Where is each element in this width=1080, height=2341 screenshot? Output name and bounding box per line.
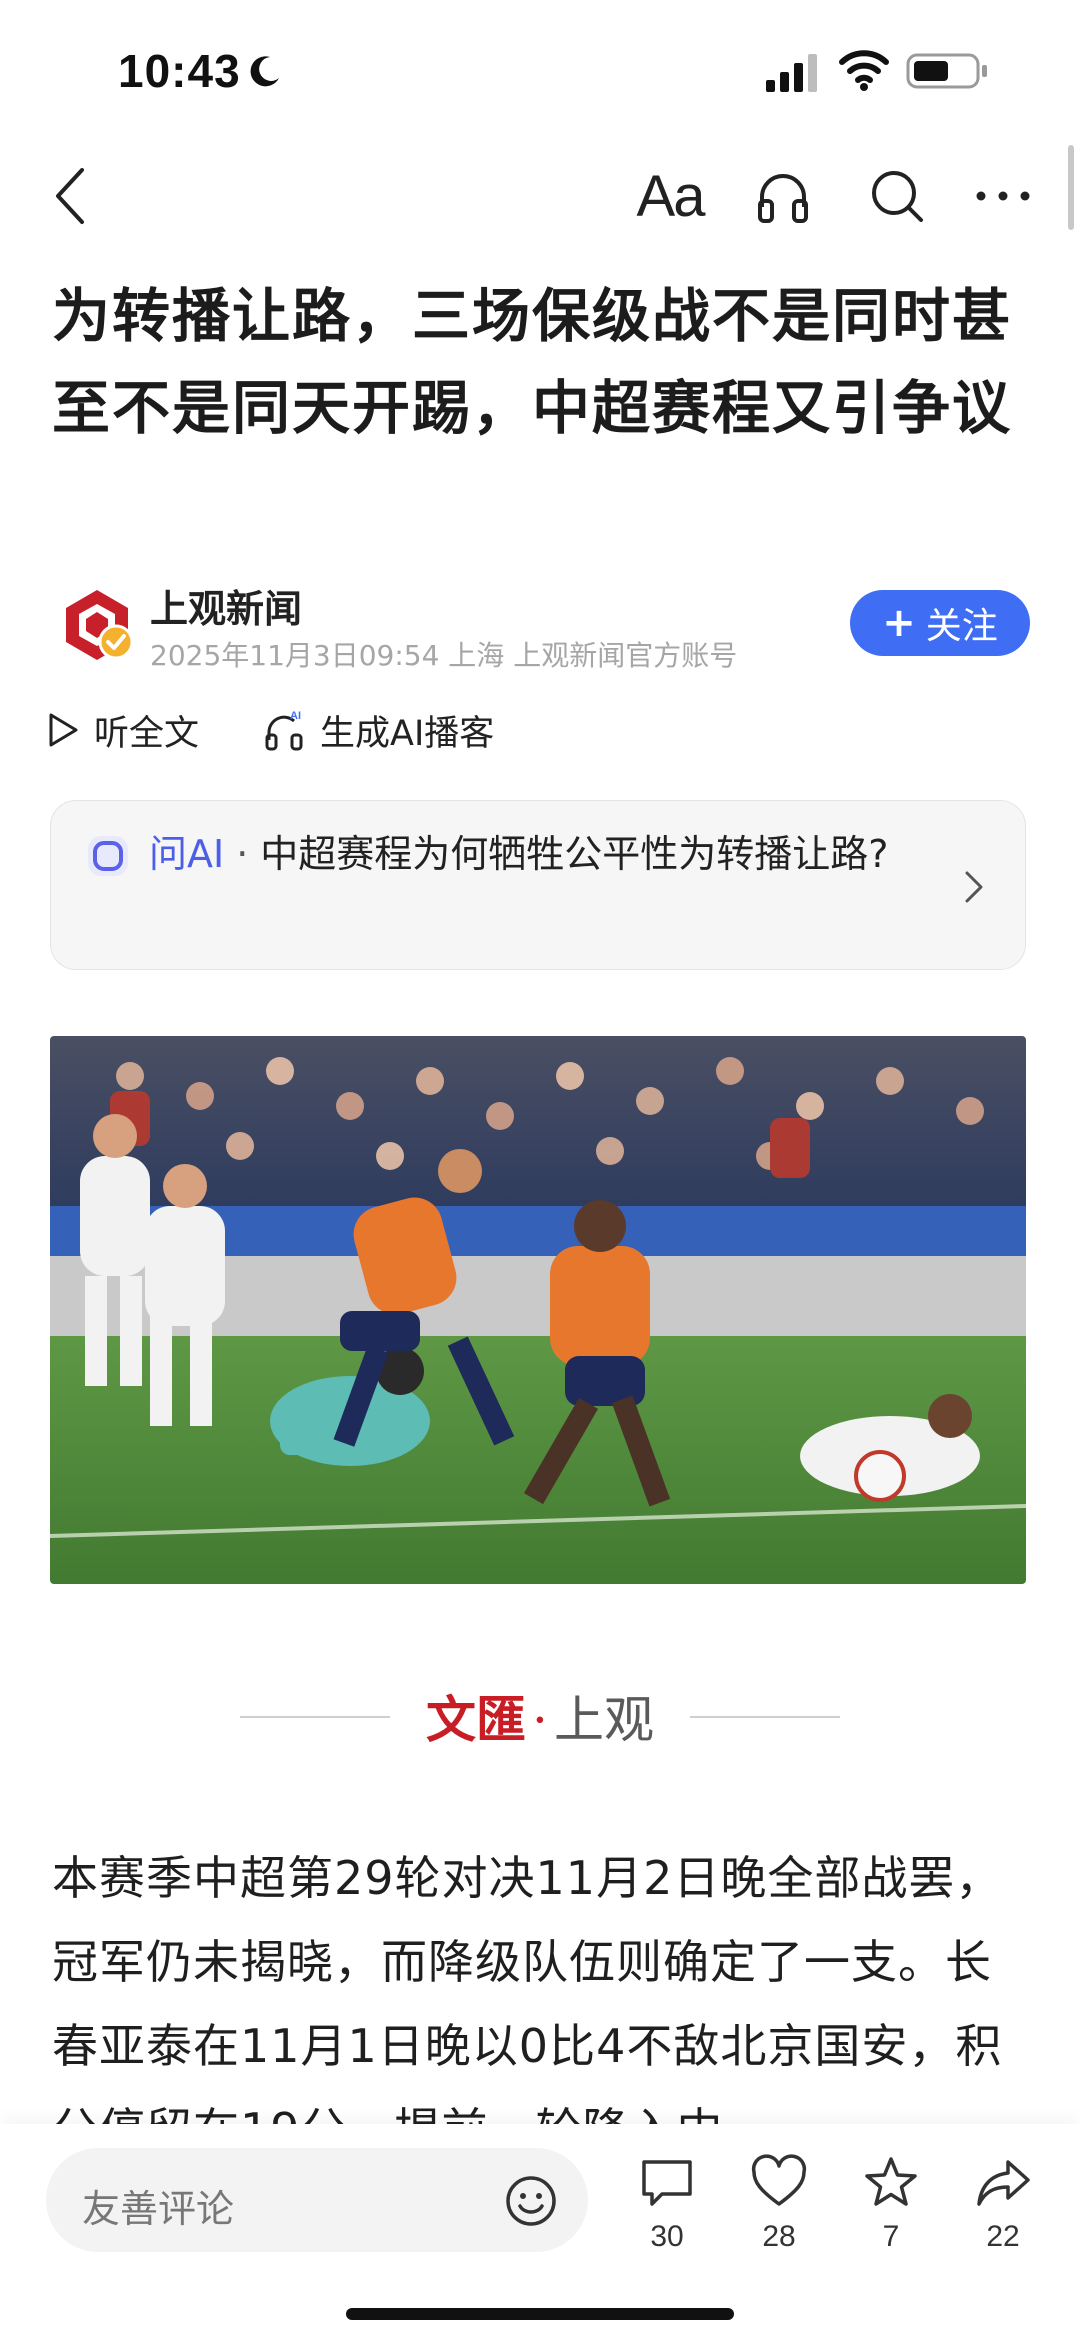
chevron-right-icon <box>965 871 983 903</box>
search-icon <box>872 171 923 222</box>
listen-full-label: 听全文 <box>94 713 200 754</box>
ask-ai-card[interactable]: 问AI · 中超赛程为何牺牲公平性为转播让路? <box>50 800 1026 970</box>
article-photo[interactable] <box>50 1036 1026 1584</box>
ai-badge: AI <box>290 710 301 722</box>
favorite-button[interactable]: 7 <box>846 2154 936 2274</box>
ask-ai-dot: · <box>236 832 249 876</box>
heart-icon <box>751 2154 807 2206</box>
author-row: 上观新闻 2025年11月3日09:54 上海 上观新闻官方账号 + 关注 <box>52 578 1032 678</box>
ai-ring-icon <box>88 836 128 876</box>
ai-podcast-label: 生成AI播客 <box>320 713 495 754</box>
publisher-brand: 文匯 · 上观 <box>405 1680 675 1752</box>
wifi-icon <box>839 50 889 91</box>
comment-input[interactable]: 友善评论 <box>46 2148 588 2252</box>
headphones-icon <box>758 174 808 223</box>
ask-ai-text: 问AI · 中超赛程为何牺牲公平性为转播让路? <box>149 823 949 885</box>
article-body: 本赛季中超第29轮对决11月2日晚全部战罢，冠军仍未揭晓，而降级队伍则确定了一支… <box>52 1851 1003 2126</box>
divider-line-right <box>690 1716 840 1718</box>
back-icon <box>56 168 84 224</box>
publisher-brand-divider: 文匯 · 上观 <box>240 1680 840 1750</box>
likes-count: 28 <box>762 2220 796 2253</box>
favorites-count: 7 <box>882 2220 900 2253</box>
comment-placeholder: 友善评论 <box>82 2187 235 2231</box>
status-bar: 10:43 <box>0 0 1080 140</box>
listen-full-button[interactable]: 听全文 <box>46 700 199 760</box>
comments-count: 30 <box>650 2220 684 2253</box>
signal-icon <box>766 54 817 92</box>
font-size-button[interactable]: Aa <box>630 158 710 234</box>
listen-button[interactable] <box>748 158 818 234</box>
brand-wenhui: 文匯 <box>426 1690 527 1749</box>
share-icon <box>977 2160 1030 2206</box>
shares-count: 22 <box>986 2220 1020 2253</box>
follow-button[interactable]: + 关注 <box>850 590 1030 656</box>
verified-badge-icon <box>98 624 134 660</box>
emoji-icon[interactable] <box>504 2174 558 2228</box>
football-match-image <box>50 1036 1026 1584</box>
back-button[interactable] <box>40 158 100 234</box>
scrollbar-thumb[interactable] <box>1068 145 1074 230</box>
divider-line-left <box>240 1716 390 1718</box>
home-indicator[interactable] <box>346 2308 734 2320</box>
ai-podcast-button[interactable]: AI 生成AI播客 <box>264 700 494 760</box>
more-icon <box>976 191 1030 201</box>
listen-row: 听全文 AI 生成AI播客 <box>46 700 946 760</box>
ai-headphones-icon: AI <box>265 710 303 751</box>
search-button[interactable] <box>862 158 932 234</box>
share-button[interactable]: 22 <box>958 2154 1048 2274</box>
star-icon <box>865 2157 917 2206</box>
font-size-label: Aa <box>636 163 706 229</box>
play-icon <box>49 713 78 747</box>
follow-label: 关注 <box>925 606 998 647</box>
moon-icon <box>250 56 279 87</box>
comment-button[interactable]: 30 <box>622 2154 712 2274</box>
status-time: 10:43 <box>118 45 241 97</box>
nav-bar: Aa <box>0 140 1080 250</box>
ask-ai-label: 问AI <box>149 832 225 876</box>
like-button[interactable]: 28 <box>734 2154 824 2274</box>
author-name[interactable]: 上观新闻 <box>150 578 302 633</box>
more-button[interactable] <box>968 158 1038 234</box>
battery-icon <box>906 53 987 89</box>
plus-icon: + <box>882 600 916 646</box>
author-meta: 2025年11月3日09:54 上海 上观新闻官方账号 <box>150 639 738 672</box>
comment-icon <box>642 2160 692 2206</box>
brand-shangguan: 上观 <box>553 1691 654 1749</box>
article-title: 为转播让路，三场保级战不是同时甚至不是同天开踢，中超赛程又引争议 <box>52 282 1013 442</box>
ask-ai-question: 中超赛程为何牺牲公平性为转播让路? <box>260 832 889 876</box>
brand-dot: · <box>532 1691 548 1749</box>
